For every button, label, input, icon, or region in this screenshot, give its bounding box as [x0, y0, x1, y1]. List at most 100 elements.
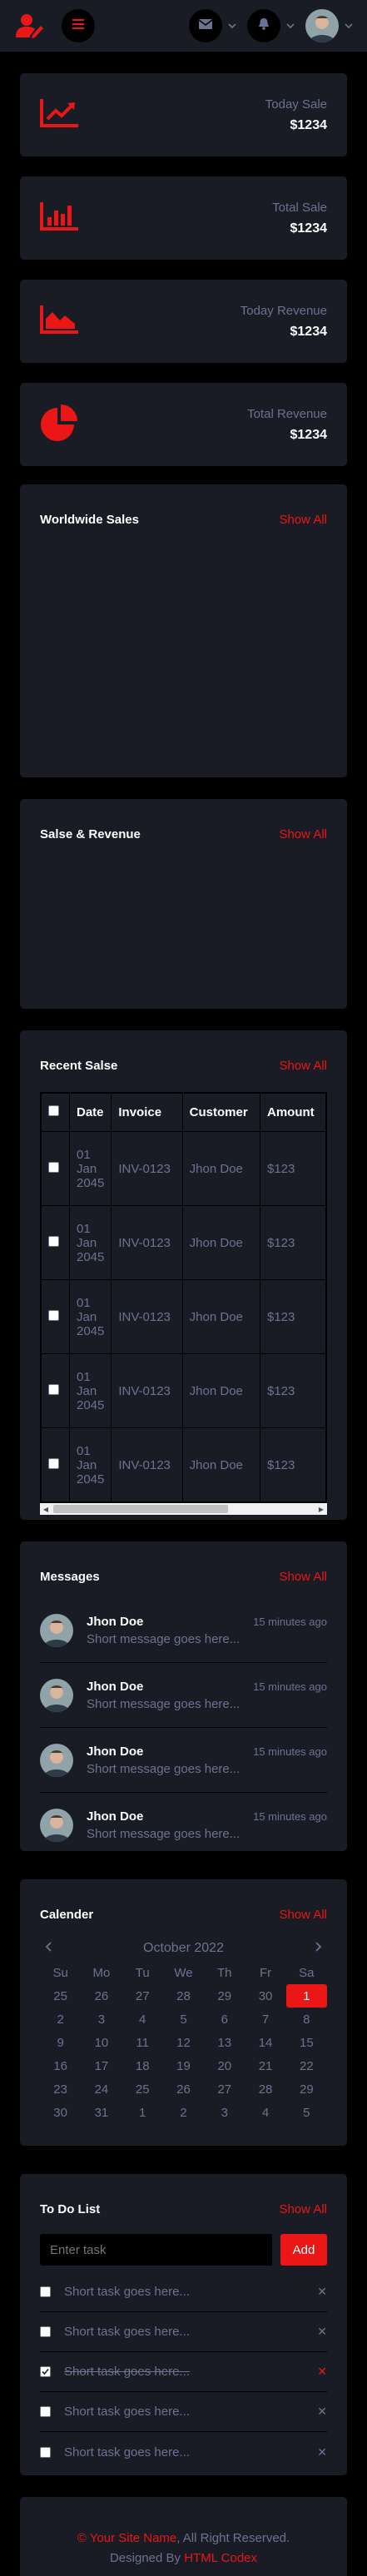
calendar-day[interactable]: 28: [245, 2077, 285, 2101]
message-item[interactable]: Jhon Doe 15 minutes ago Short message go…: [40, 1728, 327, 1793]
calendar-day[interactable]: 29: [204, 1984, 245, 2008]
weekday-label: Th: [217, 1965, 232, 1980]
calendar-day[interactable]: 22: [286, 2054, 327, 2077]
calendar-day[interactable]: 1: [122, 2101, 163, 2124]
recent-sales-card: Recent Salse Show All Date Invoice Custo…: [20, 1030, 347, 1520]
calendar-weekdays: Su Mo Tu We Th Fr Sa: [40, 1961, 327, 1984]
chevron-down-icon[interactable]: [227, 21, 237, 31]
message-item[interactable]: Jhon Doe 15 minutes ago Short message go…: [40, 1598, 327, 1663]
scroll-right-icon[interactable]: ▶: [315, 1503, 327, 1515]
calendar-day[interactable]: 15: [286, 2031, 327, 2054]
horizontal-scrollbar[interactable]: ◀ ▶: [40, 1503, 327, 1515]
calendar-day[interactable]: 2: [163, 2101, 204, 2124]
calendar-day[interactable]: 24: [81, 2077, 122, 2101]
todo-item: Short task goes here... ✕: [40, 2312, 327, 2352]
select-all-checkbox[interactable]: [48, 1105, 59, 1116]
row-checkbox[interactable]: [48, 1235, 59, 1247]
user-edit-icon[interactable]: [13, 9, 47, 42]
delete-task-icon[interactable]: ✕: [317, 2325, 327, 2339]
cell-date: 01 Jan 2045: [68, 1279, 112, 1354]
calendar-day[interactable]: 30: [40, 2101, 81, 2124]
calendar-day[interactable]: 3: [204, 2101, 245, 2124]
column-header: Amount: [259, 1093, 326, 1132]
calendar-day[interactable]: 7: [245, 2008, 285, 2031]
chevron-down-icon[interactable]: [285, 21, 295, 31]
calendar-day[interactable]: 14: [245, 2031, 285, 2054]
calendar-day[interactable]: 19: [163, 2054, 204, 2077]
calendar-day[interactable]: 26: [163, 2077, 204, 2101]
stat-value: $1234: [290, 427, 328, 442]
calendar-day[interactable]: 16: [40, 2054, 81, 2077]
message-sender: Jhon Doe: [87, 1679, 144, 1694]
calendar-day[interactable]: 30: [245, 1984, 285, 2008]
chevron-left-icon[interactable]: [45, 1941, 52, 1956]
todo-item: Short task goes here... ✕: [40, 2272, 327, 2312]
delete-task-icon[interactable]: ✕: [317, 2445, 327, 2459]
add-task-button[interactable]: Add: [280, 2234, 327, 2266]
cell-invoice: INV-0123: [111, 1353, 183, 1428]
row-checkbox[interactable]: [48, 1383, 59, 1395]
calendar-card: Calender Show All October 2022 Su Mo Tu We T…: [20, 1879, 347, 2146]
message-item[interactable]: Jhon Doe 15 minutes ago Short message go…: [40, 1793, 327, 1858]
calendar-day[interactable]: 21: [245, 2054, 285, 2077]
calendar-day[interactable]: 23: [40, 2077, 81, 2101]
calendar-day[interactable]: 25: [40, 1984, 81, 2008]
calendar-day-selected[interactable]: 1: [285, 1984, 327, 2008]
calendar-day[interactable]: 11: [122, 2031, 163, 2054]
show-all-link[interactable]: Show All: [279, 1059, 327, 1073]
calendar-day[interactable]: 26: [81, 1984, 122, 2008]
delete-task-icon[interactable]: ✕: [317, 2405, 327, 2419]
calendar-day[interactable]: 5: [163, 2008, 204, 2031]
show-all-link[interactable]: Show All: [279, 827, 327, 841]
show-all-link[interactable]: Show All: [279, 2202, 327, 2216]
row-checkbox[interactable]: [48, 1309, 59, 1321]
calendar-month[interactable]: October 2022: [143, 1941, 224, 1956]
site-name-link[interactable]: Your Site Name: [90, 2531, 177, 2545]
user-avatar[interactable]: [305, 9, 339, 42]
designer-link[interactable]: HTML Codex: [184, 2551, 257, 2565]
calendar-day[interactable]: 12: [163, 2031, 204, 2054]
calendar-day[interactable]: 27: [204, 2077, 245, 2101]
row-checkbox[interactable]: [48, 1457, 59, 1469]
notifications-dropdown-button[interactable]: [247, 9, 280, 42]
calendar-day[interactable]: 17: [81, 2054, 122, 2077]
task-checkbox[interactable]: [40, 2406, 51, 2417]
chevron-down-icon[interactable]: [344, 21, 354, 31]
task-checkbox[interactable]: [40, 2446, 51, 2458]
calendar-day[interactable]: 25: [122, 2077, 163, 2101]
show-all-link[interactable]: Show All: [279, 1908, 327, 1922]
calendar-day[interactable]: 13: [204, 2031, 245, 2054]
calendar-day[interactable]: 3: [81, 2008, 122, 2031]
calendar-day[interactable]: 8: [286, 2008, 327, 2031]
task-checkbox[interactable]: [40, 2286, 51, 2297]
calendar-day[interactable]: 9: [40, 2031, 81, 2054]
sidebar-toggle-button[interactable]: [62, 9, 95, 42]
calendar-day[interactable]: 4: [245, 2101, 285, 2124]
cell-amount: $123: [259, 1427, 326, 1502]
scroll-left-icon[interactable]: ◀: [40, 1503, 52, 1515]
calendar-day[interactable]: 6: [204, 2008, 245, 2031]
messages-dropdown-button[interactable]: [189, 9, 222, 42]
calendar-day[interactable]: 5: [286, 2101, 327, 2124]
delete-task-icon[interactable]: ✕: [317, 2365, 327, 2379]
delete-task-icon[interactable]: ✕: [317, 2285, 327, 2299]
calendar-day[interactable]: 31: [81, 2101, 122, 2124]
calendar-day[interactable]: 27: [122, 1984, 163, 2008]
stat-card-total-sale: Total Sale $1234: [20, 176, 347, 260]
show-all-link[interactable]: Show All: [279, 1570, 327, 1584]
calendar-day[interactable]: 28: [163, 1984, 204, 2008]
message-item[interactable]: Jhon Doe 15 minutes ago Short message go…: [40, 1663, 327, 1728]
row-checkbox[interactable]: [48, 1161, 59, 1173]
chevron-right-icon[interactable]: [315, 1941, 322, 1956]
show-all-link[interactable]: Show All: [279, 513, 327, 527]
calendar-day[interactable]: 4: [122, 2008, 163, 2031]
scrollbar-thumb[interactable]: [53, 1505, 228, 1513]
calendar-day[interactable]: 10: [81, 2031, 122, 2054]
task-checkbox[interactable]: [40, 2326, 51, 2337]
calendar-day[interactable]: 20: [204, 2054, 245, 2077]
calendar-day[interactable]: 18: [122, 2054, 163, 2077]
calendar-day[interactable]: 29: [286, 2077, 327, 2101]
task-input[interactable]: [40, 2234, 272, 2266]
calendar-day[interactable]: 2: [40, 2008, 81, 2031]
task-checkbox-checked[interactable]: [40, 2366, 51, 2377]
